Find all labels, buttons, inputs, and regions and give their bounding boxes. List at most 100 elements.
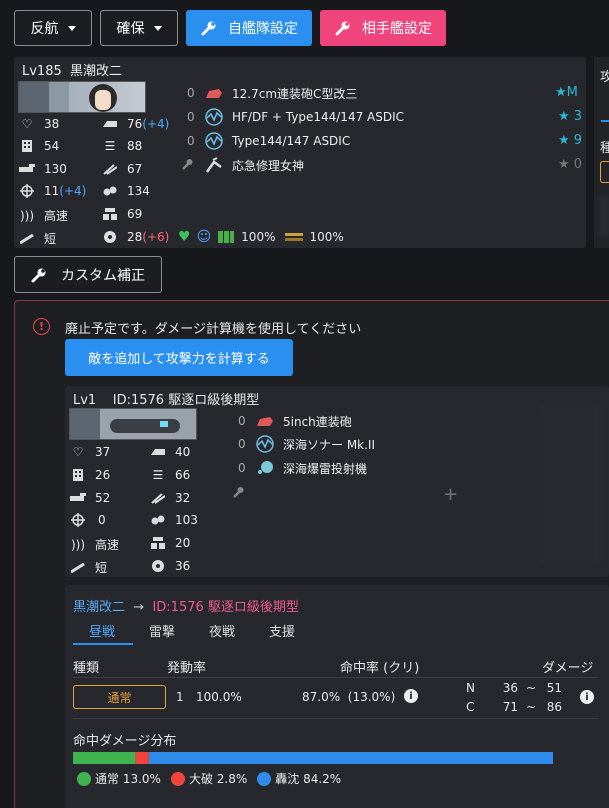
- heart-icon: ♡: [21, 117, 33, 131]
- distribution-title: 命中ダメージ分布: [73, 734, 177, 749]
- column-header-type: 種類: [73, 661, 100, 676]
- wrench-icon: [335, 21, 350, 36]
- enemy-stat-firepower: 52: [70, 491, 110, 505]
- attack-panel-title-fragment: 攻: [600, 70, 609, 85]
- condition-row: ♥ ☺ 100% 100%: [178, 229, 344, 245]
- chevron-down-icon: [67, 25, 76, 31]
- smile-icon: ☺: [196, 229, 212, 245]
- luck-icon: [150, 536, 166, 550]
- legend-dot: [170, 771, 185, 786]
- aa-icon: [150, 491, 166, 505]
- damage-crit-row: C 71 ~86: [466, 700, 562, 714]
- tab-torpedo[interactable]: 雷撃: [149, 621, 175, 640]
- enemy-ship-settings-button[interactable]: 相手艦設定: [320, 10, 446, 46]
- improvement-star: ★ 0: [558, 157, 583, 172]
- fuel-icon: [150, 559, 166, 573]
- fuel-icon: [218, 231, 235, 243]
- distribution-segment-2: [148, 752, 553, 764]
- stat-los: 134: [102, 184, 150, 198]
- add-enemy-button[interactable]: 敵を追加して攻撃力を計算する: [65, 339, 293, 376]
- heart-icon: ♥: [178, 229, 191, 245]
- custom-correction-button[interactable]: カスタム補正: [14, 256, 162, 293]
- own-ship-header: Lv185 黒潮改二: [22, 64, 123, 79]
- air-state-label: 確保: [116, 21, 145, 37]
- enemy-stat-range: 短: [70, 559, 107, 576]
- torpedo-icon: ☰: [104, 139, 116, 153]
- tab-support[interactable]: 支援: [269, 621, 295, 640]
- evasion-icon: [19, 139, 35, 153]
- hit-rate: 87.0% (13.0%): [302, 690, 396, 704]
- range-icon: [70, 561, 86, 575]
- enemy-stat-speed: ))) 高速: [70, 537, 120, 553]
- equipment-slot-extra[interactable]: 応急修理女神: [181, 155, 304, 175]
- enemy-stat-asw: 0: [70, 513, 106, 527]
- wrench-icon: [201, 21, 216, 36]
- enemy-equipment-slot-3[interactable]: 0 深海爆雷投射機: [238, 458, 367, 478]
- damage-distribution-bar: [73, 752, 553, 764]
- custom-correction-label: カスタム補正: [61, 267, 145, 284]
- column-header-rate: 発動率: [167, 661, 207, 676]
- info-icon[interactable]: i: [404, 689, 418, 703]
- divider: [73, 677, 598, 678]
- formation-select[interactable]: 反航: [14, 10, 92, 46]
- sonar-icon: [203, 108, 225, 126]
- enemy-ship-settings-label: 相手艦設定: [362, 21, 432, 37]
- enemy-stat-evasion: 26: [70, 468, 110, 482]
- wrench-icon: [31, 268, 46, 282]
- ammo-icon: [285, 233, 304, 241]
- stat-evasion: 54: [19, 139, 59, 153]
- armor-icon: [150, 445, 166, 459]
- column-header-hit: 命中率 (クリ): [340, 661, 420, 676]
- improvement-star: ★ 3: [558, 109, 583, 124]
- wrench-icon: [232, 486, 244, 501]
- heart-icon: ♡: [72, 445, 84, 459]
- stat-torpedo: ☰ 88: [102, 139, 143, 153]
- enemy-stat-los: 103: [150, 513, 198, 527]
- formation-label: 反航: [30, 21, 59, 37]
- sonar-icon: [203, 132, 225, 150]
- enemy-stat-armor: 40: [150, 445, 190, 459]
- stat-firepower: 130: [19, 162, 67, 176]
- tab-night-battle[interactable]: 夜戦: [209, 621, 235, 640]
- enemy-equipment-slot-2[interactable]: 0 深海ソナー Mk.II: [238, 434, 375, 454]
- distribution-segment-0: [73, 752, 136, 764]
- equipment-slot-3[interactable]: 0 Type144/147 ASDIC: [187, 131, 350, 151]
- enemy-banner-image: [69, 408, 197, 440]
- air-state-select[interactable]: 確保: [100, 10, 178, 46]
- equipment-slot-2[interactable]: 0 HF/DF + Type144/147 ASDIC: [187, 107, 404, 127]
- range-icon: [19, 232, 35, 246]
- blurred-region: [540, 405, 600, 565]
- own-fleet-settings-label: 自艦隊設定: [228, 21, 298, 37]
- attack-count: 1: [176, 690, 184, 704]
- deprecation-notice: 廃止予定です。ダメージ計算機を使用してください: [65, 322, 362, 337]
- info-icon[interactable]: i: [580, 690, 594, 704]
- luck-icon: [102, 207, 118, 221]
- ship-banner-image: [18, 81, 146, 113]
- enemy-equipment-slot-1[interactable]: 0 5inch連装砲: [238, 411, 352, 431]
- enemy-ship-header: Lv1 ID:1576 駆逐ロ級後期型: [73, 393, 260, 408]
- distribution-segment-1: [135, 752, 149, 764]
- equipment-slot-1[interactable]: 0 12.7cm連装砲C型改三: [187, 83, 357, 103]
- tab-day-battle[interactable]: 昼戦: [89, 621, 115, 640]
- stat-aa: 67: [102, 162, 142, 176]
- chevron-down-icon: [153, 25, 162, 31]
- proficiency-star: ★M: [555, 85, 578, 100]
- enemy-stat-luck: 20: [150, 536, 190, 550]
- speed-icon: ))): [70, 537, 86, 552]
- legend-label: 通常 13.0%: [95, 772, 161, 786]
- gun-icon: [203, 84, 225, 102]
- torpedo-icon: ☰: [152, 468, 164, 482]
- repair-icon: [203, 156, 225, 174]
- enemy-stat-fuel: 36: [150, 559, 190, 573]
- enemy-stat-torpedo: ☰ 66: [150, 468, 191, 482]
- column-header-damage: ダメージ: [542, 661, 594, 676]
- armor-icon: [102, 117, 118, 131]
- own-fleet-settings-button[interactable]: 自艦隊設定: [186, 10, 312, 46]
- enemy-stat-aa: 32: [150, 491, 190, 505]
- add-slot-icon[interactable]: +: [443, 484, 458, 505]
- enemy-stat-hp: ♡ 37: [70, 445, 111, 459]
- crosshair-icon: [19, 184, 35, 198]
- stat-luck: 69: [102, 207, 142, 221]
- tab-indicator: [601, 120, 609, 122]
- stat-speed: ))) 高速: [19, 208, 69, 224]
